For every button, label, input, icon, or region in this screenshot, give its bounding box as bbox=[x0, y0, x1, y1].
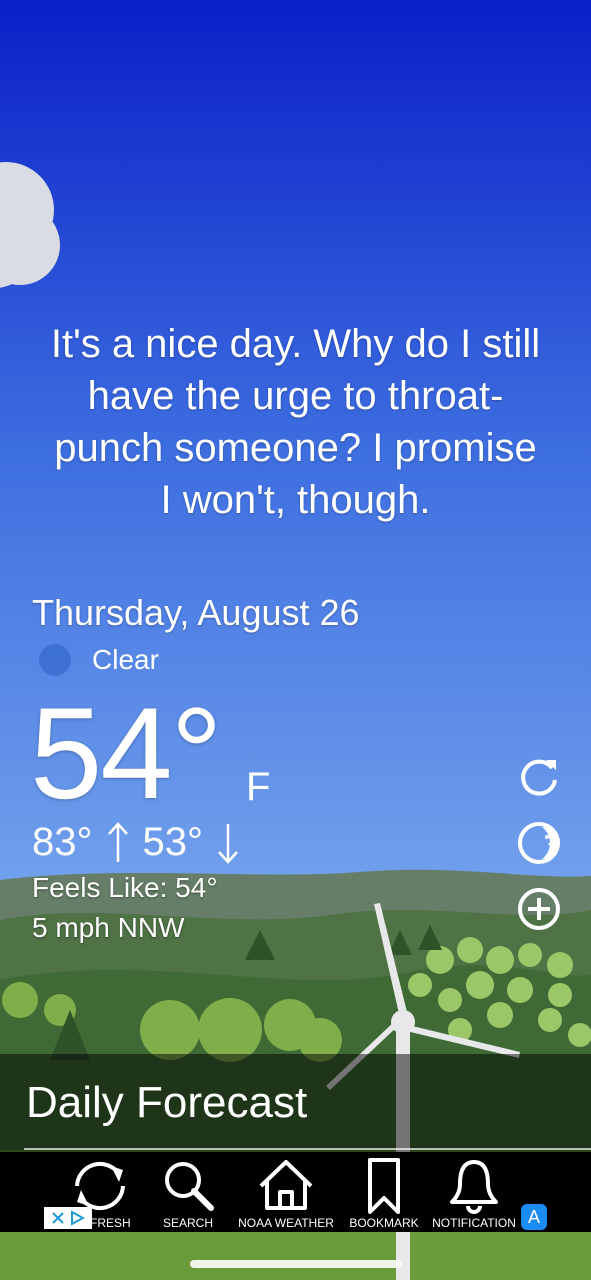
home-indicator[interactable] bbox=[190, 1260, 402, 1268]
daily-forecast-title: Daily Forecast bbox=[26, 1078, 308, 1127]
home-icon bbox=[259, 1160, 313, 1210]
bookmark-icon bbox=[368, 1158, 400, 1214]
current-date: Thursday, August 26 bbox=[32, 592, 360, 633]
moon-phase-icon[interactable] bbox=[516, 820, 562, 866]
high-temp: 83° bbox=[32, 820, 93, 864]
tab-label: NOAA WEATHER bbox=[238, 1216, 334, 1230]
current-temperature: 54° bbox=[30, 680, 223, 826]
condition-label: Clear bbox=[92, 644, 159, 675]
close-icon bbox=[52, 1212, 64, 1224]
tab-search[interactable]: SEARCH bbox=[152, 1152, 224, 1232]
tab-label: FRESH bbox=[90, 1216, 131, 1230]
refresh-icon bbox=[75, 1161, 125, 1211]
tab-label: BOOKMARK bbox=[349, 1216, 419, 1230]
quote-line: have the urge to throat- bbox=[87, 374, 504, 418]
tab-notification[interactable]: NOTIFICATION bbox=[428, 1152, 520, 1232]
moon-icon bbox=[39, 644, 71, 676]
bell-icon bbox=[450, 1160, 498, 1214]
ad-close[interactable] bbox=[44, 1207, 92, 1229]
condition-row: Clear bbox=[38, 640, 159, 680]
divider bbox=[24, 1148, 591, 1150]
app-store-icon[interactable]: A bbox=[521, 1204, 547, 1230]
quote-line: It's a nice day. Why do I still bbox=[50, 322, 541, 366]
high-low: 83° 53° bbox=[32, 820, 239, 865]
quote-line: I won't, though. bbox=[160, 478, 431, 522]
ad-choices-icon bbox=[71, 1210, 85, 1226]
tab-bookmark[interactable]: BOOKMARK bbox=[346, 1152, 422, 1232]
feels-like: Feels Like: 54° bbox=[32, 872, 218, 903]
quote-line: punch someone? I promise bbox=[54, 426, 537, 470]
low-temp: 53° bbox=[142, 820, 204, 864]
daily-quote: It's a nice day. Why do I still have the… bbox=[20, 318, 571, 526]
wind-info: 5 mph NNW bbox=[32, 912, 185, 943]
tab-label: SEARCH bbox=[162, 1216, 213, 1230]
arrow-down-icon bbox=[218, 823, 238, 864]
refresh-icon[interactable] bbox=[516, 752, 562, 798]
tab-noaa-weather[interactable]: NOAA WEATHER bbox=[234, 1152, 338, 1232]
arrow-up-icon bbox=[107, 821, 128, 862]
tab-label: NOTIFICATION bbox=[432, 1216, 516, 1230]
search-icon bbox=[165, 1162, 214, 1211]
add-icon[interactable] bbox=[516, 886, 562, 932]
temperature-unit: F bbox=[246, 765, 271, 809]
